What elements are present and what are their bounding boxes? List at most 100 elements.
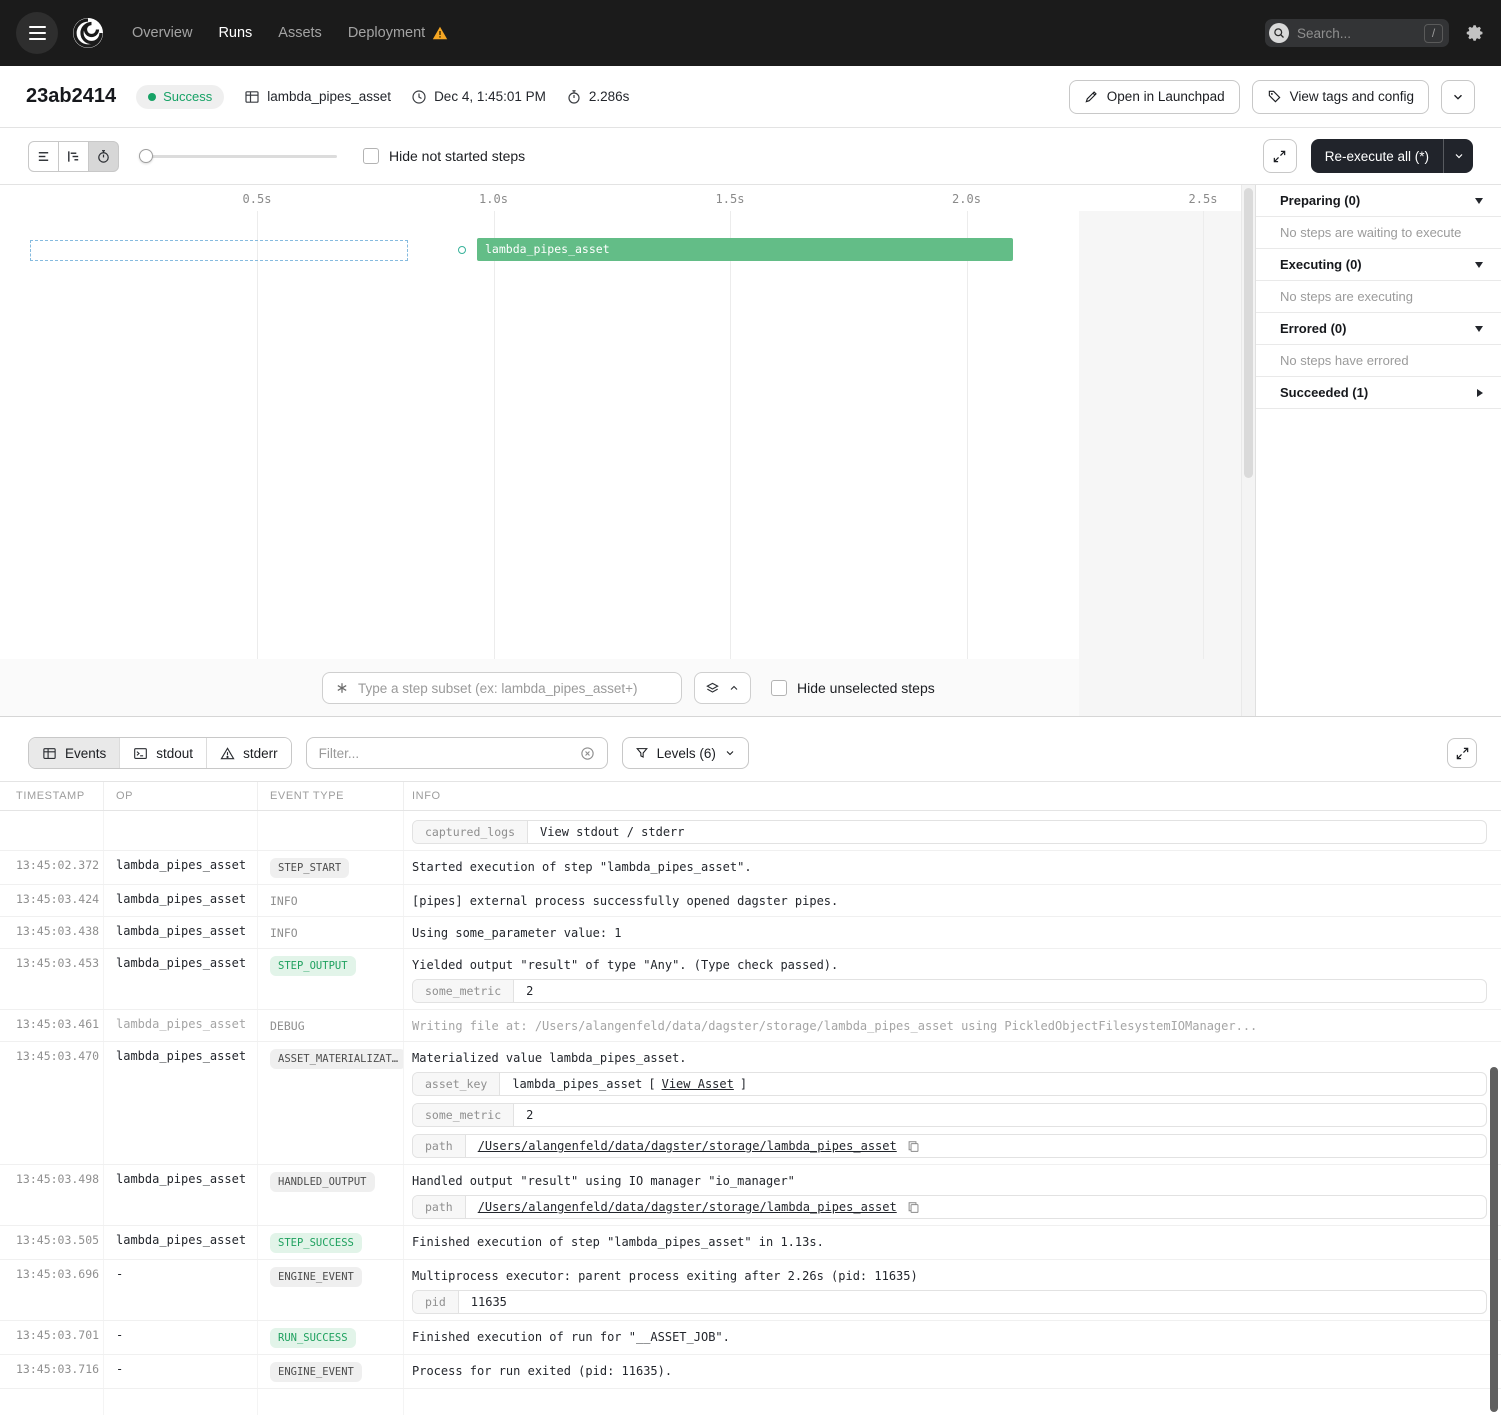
sidebar-section-succeeded[interactable]: Succeeded (1) (1256, 377, 1501, 409)
sidebar-section-title: Preparing (0) (1280, 193, 1360, 208)
run-asset-chip[interactable]: lambda_pipes_asset (244, 89, 391, 105)
event-type-badge: STEP_OUTPUT (270, 956, 356, 976)
logs-fullscreen-button[interactable] (1447, 738, 1477, 768)
view-asset-link[interactable]: View Asset (662, 1077, 734, 1091)
event-tag-key: path (413, 1135, 466, 1157)
sidebar-section-preparing[interactable]: Preparing (0) (1256, 185, 1501, 217)
event-tag: captured_logsView stdout / stderr (412, 820, 1487, 844)
gantt-tick-label: 2.5s (1189, 192, 1218, 206)
caret-down-icon (1475, 326, 1483, 332)
gantt-zoom-slider[interactable] (139, 149, 337, 163)
sidebar-section-errored[interactable]: Errored (0) (1256, 313, 1501, 345)
log-info-text: Using some_parameter value: 1 (412, 924, 1487, 940)
event-tag-value-text[interactable]: /Users/alangenfeld/data/dagster/storage/… (478, 1200, 897, 1214)
search-placeholder: Search... (1297, 26, 1416, 41)
step-subset-input[interactable]: Type a step subset (ex: lambda_pipes_ass… (322, 672, 682, 704)
log-row[interactable]: 13:45:02.372lambda_pipes_assetSTEP_START… (0, 851, 1501, 885)
run-duration-label: 2.286s (589, 89, 630, 104)
view-tags-config-button[interactable]: View tags and config (1252, 80, 1429, 114)
hide-not-started-checkbox[interactable] (363, 148, 379, 164)
copy-icon[interactable] (907, 1140, 920, 1153)
tab-stderr[interactable]: stderr (206, 738, 291, 768)
sidebar-section-executing[interactable]: Executing (0) (1256, 249, 1501, 281)
view-mode-timed-button[interactable] (88, 141, 119, 172)
zoom-slider-knob[interactable] (139, 149, 153, 163)
gantt-tick-label: 2.0s (952, 192, 981, 206)
copy-icon[interactable] (907, 1201, 920, 1214)
log-row[interactable]: captured_logsView stdout / stderr (0, 811, 1501, 851)
gantt-chart: 0.5s1.0s1.5s2.0s2.5s lambda_pipes_asset … (0, 185, 1255, 716)
reexecute-dropdown-button[interactable] (1443, 139, 1473, 173)
log-row[interactable]: 13:45:03.696-ENGINE_EVENTMultiprocess ex… (0, 1260, 1501, 1321)
gantt-after-run-shade (1079, 211, 1241, 716)
sidebar-empty-text: No steps are executing (1256, 281, 1501, 313)
open-in-launchpad-button[interactable]: Open in Launchpad (1069, 80, 1240, 114)
search-input[interactable]: Search... / (1265, 19, 1449, 47)
nav-item-runs[interactable]: Runs (218, 25, 252, 41)
log-row[interactable]: 13:45:03.716-ENGINE_EVENTProcess for run… (0, 1355, 1501, 1389)
clear-filter-icon[interactable] (580, 746, 595, 761)
log-row[interactable]: 13:45:03.424lambda_pipes_assetINFO[pipes… (0, 885, 1501, 917)
log-event-type: ENGINE_EVENT (258, 1260, 404, 1320)
gear-icon[interactable] (1465, 23, 1485, 43)
event-type-badge: RUN_SUCCESS (270, 1328, 356, 1348)
log-row[interactable]: 13:45:03.498lambda_pipes_assetHANDLED_OU… (0, 1165, 1501, 1226)
step-subset-apply-button[interactable] (694, 672, 751, 704)
hamburger-menu-button[interactable] (16, 12, 58, 54)
sidebar-section-title: Errored (0) (1280, 321, 1346, 336)
log-row[interactable]: 13:45:03.438lambda_pipes_assetINFOUsing … (0, 917, 1501, 949)
log-op (104, 811, 258, 850)
nav-item-overview[interactable]: Overview (132, 25, 192, 41)
levels-filter-button[interactable]: Levels (6) (622, 737, 749, 769)
log-op: lambda_pipes_asset (104, 917, 258, 948)
nav-item-deployment[interactable]: Deployment (348, 25, 448, 41)
step-start-marker-icon (458, 246, 466, 254)
reexecute-all-button[interactable]: Re-execute all (*) (1311, 139, 1443, 173)
col-info: INFO (404, 782, 1501, 810)
run-header-more-button[interactable] (1441, 80, 1475, 114)
logs-scrollbar-thumb[interactable] (1490, 1067, 1498, 1412)
flat-view-icon (36, 149, 51, 164)
bracket: ] (740, 1077, 747, 1091)
hide-unselected-toggle[interactable]: Hide unselected steps (771, 680, 935, 696)
view-mode-waterfall-button[interactable] (58, 141, 89, 172)
sidebar-section-title: Succeeded (1) (1280, 385, 1368, 400)
log-filter-input[interactable]: Filter... (306, 737, 608, 769)
gantt-scrollbar-thumb[interactable] (1244, 188, 1253, 478)
log-event-type: STEP_SUCCESS (258, 1226, 404, 1259)
event-tag-value: View stdout / stderr (528, 821, 1486, 843)
tab-stdout[interactable]: stdout (119, 738, 206, 768)
log-row[interactable]: 13:45:03.461lambda_pipes_assetDEBUGWriti… (0, 1010, 1501, 1042)
hide-not-started-toggle[interactable]: Hide not started steps (363, 148, 525, 164)
event-tag-value-text[interactable]: /Users/alangenfeld/data/dagster/storage/… (478, 1139, 897, 1153)
tab-label: Events (65, 746, 106, 761)
event-tag-value-text: 11635 (471, 1295, 507, 1309)
gantt-tick-label: 1.5s (716, 192, 745, 206)
chevron-down-icon (1451, 90, 1465, 104)
gantt-toolbar: Hide not started steps Re-execute all (*… (0, 128, 1501, 185)
view-mode-flat-button[interactable] (28, 141, 59, 172)
gantt-scrollbar[interactable] (1241, 185, 1255, 716)
search-shortcut-key: / (1424, 24, 1443, 43)
log-info-text: Finished execution of step "lambda_pipes… (412, 1233, 1487, 1249)
log-timestamp: 13:45:03.453 (0, 949, 104, 1009)
gantt-fullscreen-button[interactable] (1263, 139, 1297, 173)
gantt-gridline (967, 211, 968, 659)
log-info-text: Started execution of step "lambda_pipes_… (412, 858, 1487, 874)
tab-events[interactable]: Events (29, 738, 119, 768)
log-row[interactable]: 13:45:03.701-RUN_SUCCESSFinished executi… (0, 1321, 1501, 1355)
log-info-text: Process for run exited (pid: 11635). (412, 1362, 1487, 1378)
log-row[interactable]: 13:45:03.505lambda_pipes_assetSTEP_SUCCE… (0, 1226, 1501, 1260)
log-op: - (104, 1260, 258, 1320)
logs-tab-group: Events stdoutstderr (28, 737, 292, 769)
step-status-sidebar: Preparing (0) No steps are waiting to exe… (1255, 185, 1501, 716)
zoom-slider-track (139, 155, 337, 158)
nav-item-assets[interactable]: Assets (278, 25, 322, 41)
log-table-header: TIMESTAMP OP EVENT TYPE INFO (0, 781, 1501, 811)
log-timestamp: 13:45:02.372 (0, 851, 104, 884)
log-row[interactable]: 13:45:03.470lambda_pipes_assetASSET_MATE… (0, 1042, 1501, 1165)
gantt-step-bar[interactable]: lambda_pipes_asset (477, 238, 1013, 261)
log-row[interactable]: 13:45:03.453lambda_pipes_assetSTEP_OUTPU… (0, 949, 1501, 1010)
sidebar-empty-text: No steps are waiting to execute (1256, 217, 1501, 249)
hide-unselected-checkbox[interactable] (771, 680, 787, 696)
